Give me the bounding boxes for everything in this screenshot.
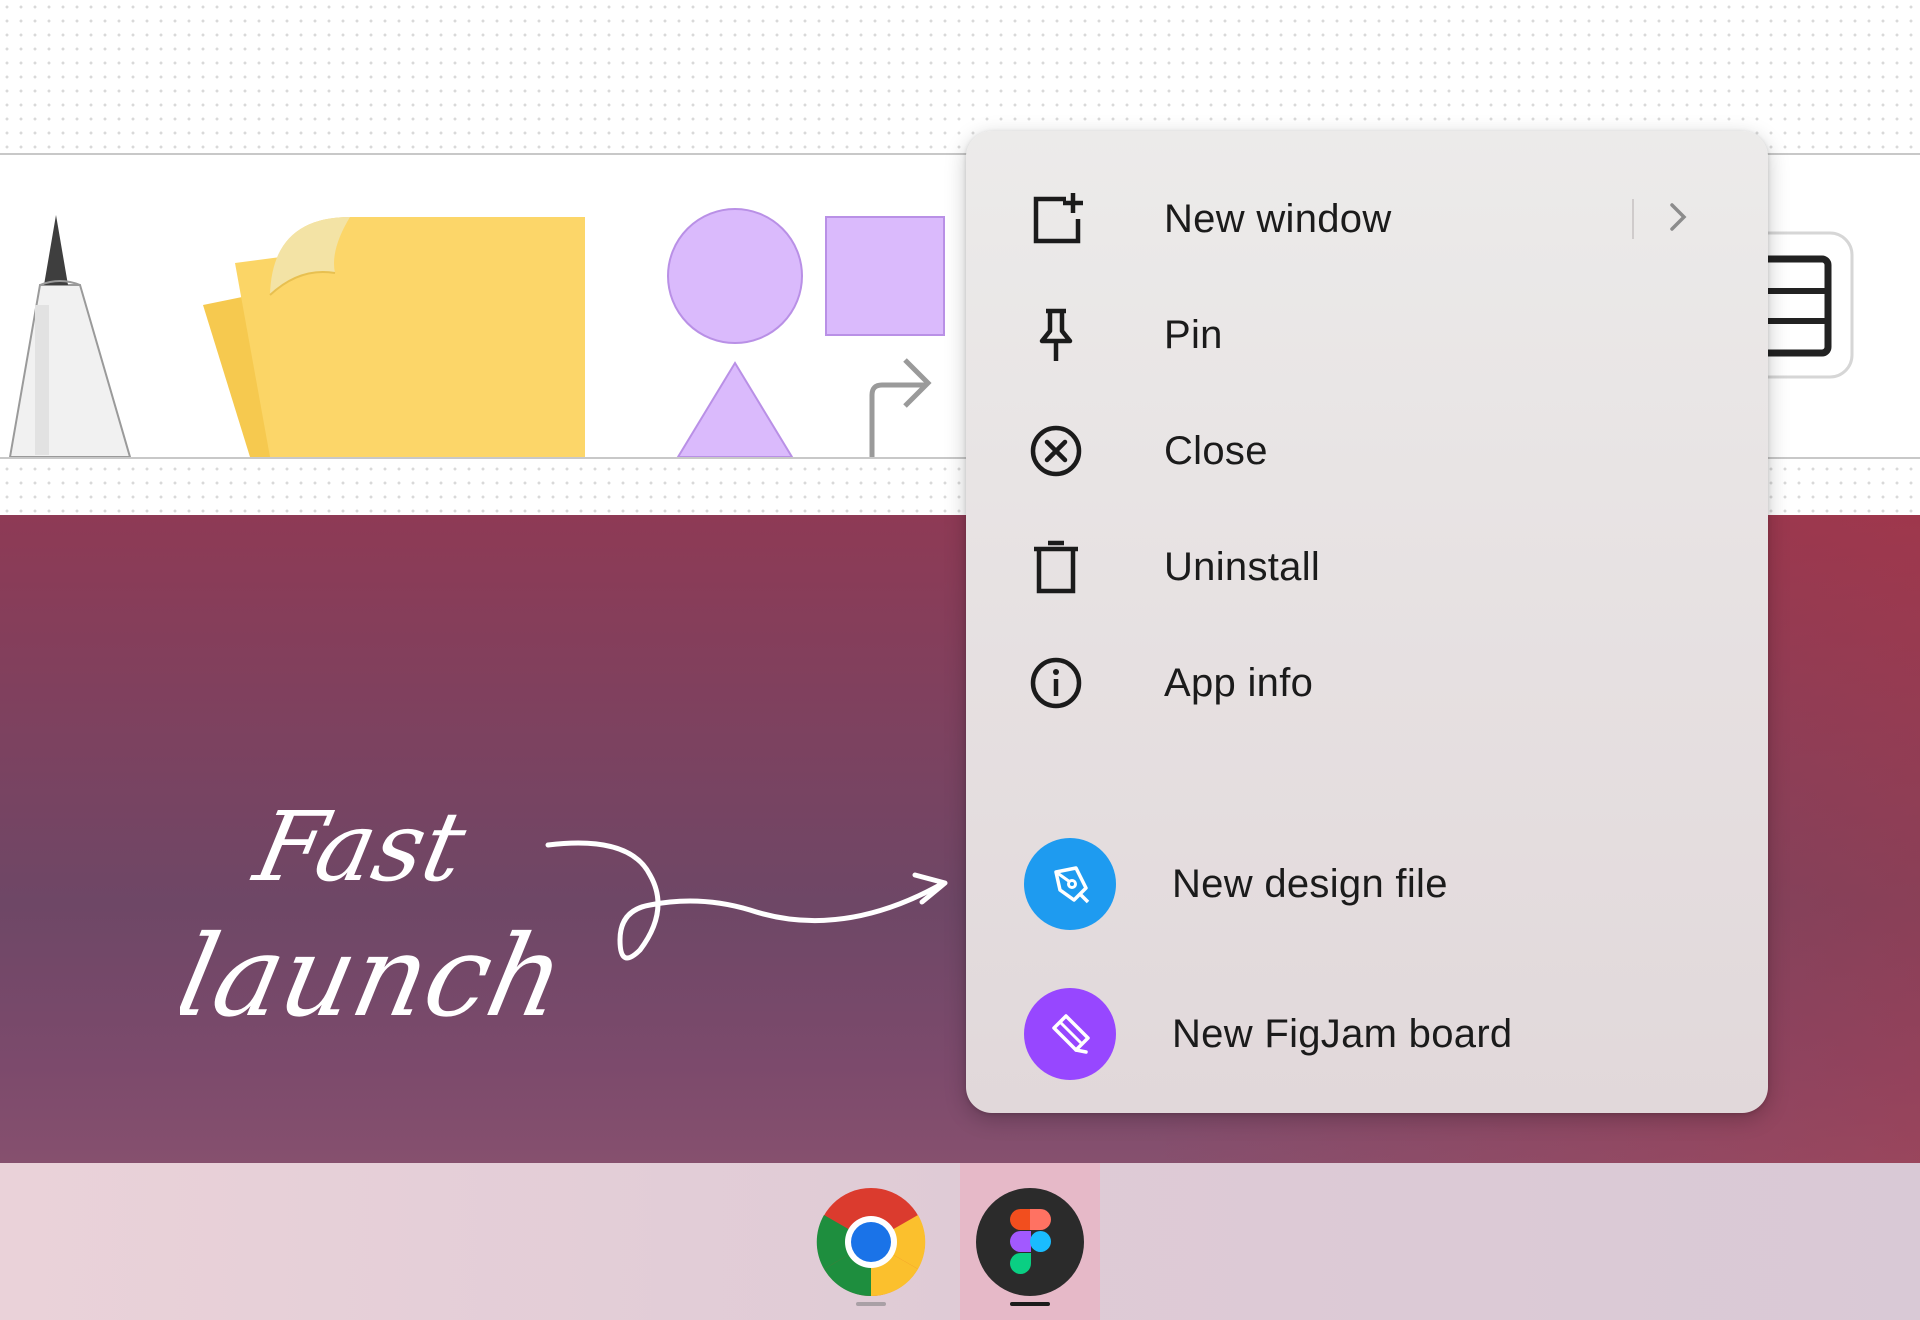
shortcut-label: New FigJam board (1172, 1011, 1513, 1056)
annotation-line-1: Fast (244, 791, 476, 903)
shortcut-new-design-file[interactable]: New design file (966, 809, 1768, 959)
menu-item-label: Close (1164, 428, 1268, 473)
pin-icon (1028, 307, 1084, 363)
chevron-right-icon[interactable] (1666, 199, 1690, 240)
pen-tool-icon (1024, 838, 1116, 930)
handwritten-annotation: Fast launch (180, 791, 948, 1042)
menu-item-app-info[interactable]: App info (966, 625, 1768, 741)
menu-item-label: Uninstall (1164, 544, 1321, 589)
shape-tool[interactable] (667, 208, 945, 457)
trash-icon (1028, 539, 1084, 595)
curly-arrow-icon (545, 840, 943, 961)
annotation-line-2: launch (180, 911, 576, 1042)
menu-item-uninstall[interactable]: Uninstall (966, 509, 1768, 625)
connector-tool[interactable] (869, 358, 932, 457)
sticky-note-tool[interactable] (203, 217, 585, 457)
menu-item-label: App info (1164, 660, 1314, 705)
close-icon (1028, 423, 1084, 479)
shelf-app-chrome[interactable] (801, 1163, 941, 1320)
active-indicator (1010, 1302, 1050, 1306)
submenu-divider (1632, 199, 1634, 239)
menu-item-pin[interactable]: Pin (966, 277, 1768, 393)
shelf (0, 1163, 1920, 1320)
shortcut-label: New design file (1172, 861, 1448, 906)
menu-item-label: Pin (1164, 312, 1223, 357)
info-icon (1028, 655, 1084, 711)
menu-item-label: New window (1164, 196, 1392, 241)
chrome-icon (816, 1187, 926, 1296)
app-context-menu: New window Pin Close Uninstall App info … (966, 131, 1768, 1113)
marker-icon (1024, 988, 1116, 1080)
new-window-icon (1028, 191, 1084, 247)
running-indicator (856, 1302, 886, 1306)
pencil-tool[interactable] (8, 215, 132, 457)
shelf-app-figma[interactable] (960, 1163, 1100, 1320)
figma-icon (976, 1187, 1084, 1296)
shortcut-new-figjam-board[interactable]: New FigJam board (966, 959, 1768, 1109)
menu-item-close[interactable]: Close (966, 393, 1768, 509)
menu-item-new-window[interactable]: New window (966, 161, 1768, 277)
